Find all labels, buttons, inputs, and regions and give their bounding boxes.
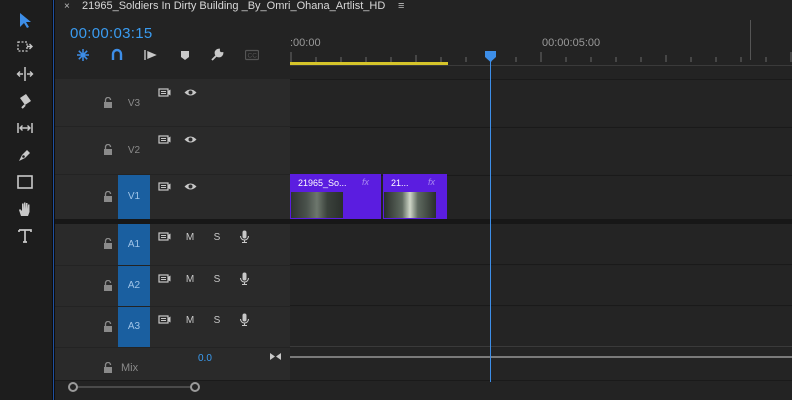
- playhead-timecode[interactable]: 00:00:03:15: [70, 25, 153, 42]
- type-icon[interactable]: [13, 225, 37, 247]
- sync-lock-icon[interactable]: [157, 271, 171, 285]
- mix-label: Mix: [121, 362, 139, 374]
- zoom-scrollbar[interactable]: [68, 381, 200, 393]
- track-lane-v3[interactable]: [290, 79, 792, 126]
- lock-icon[interactable]: [103, 190, 113, 202]
- track-lane-v2[interactable]: [290, 127, 792, 174]
- selection-tool-icon[interactable]: [13, 9, 37, 31]
- tools-panel: [0, 0, 52, 400]
- track-header-a3: [55, 307, 290, 347]
- playhead-handle[interactable]: [485, 51, 496, 62]
- solo-button[interactable]: S: [210, 230, 224, 244]
- snap-icon[interactable]: [74, 47, 92, 63]
- track-target-a3[interactable]: A3: [118, 307, 150, 347]
- sync-lock-icon[interactable]: [157, 229, 171, 243]
- lock-icon[interactable]: [103, 279, 113, 291]
- add-marker-icon[interactable]: [141, 47, 159, 63]
- track-lane-a3[interactable]: [290, 307, 792, 347]
- fx-badge[interactable]: fx: [362, 177, 369, 187]
- sync-lock-icon[interactable]: [157, 312, 171, 326]
- video-clip-1[interactable]: 21965_So... fx: [290, 174, 381, 220]
- lock-icon[interactable]: [103, 237, 113, 249]
- slip-icon[interactable]: [13, 117, 37, 139]
- track-header-a2: [55, 266, 290, 306]
- eye-icon[interactable]: [183, 132, 197, 146]
- lock-icon[interactable]: [103, 320, 113, 332]
- mute-button[interactable]: M: [183, 272, 197, 286]
- sync-lock-icon[interactable]: [157, 132, 171, 146]
- track-header-mix: [55, 348, 290, 380]
- track-target-v1[interactable]: V1: [118, 175, 150, 219]
- microphone-icon[interactable]: [237, 312, 251, 326]
- scrollbar-left-handle[interactable]: [68, 382, 78, 392]
- marker-icon[interactable]: [176, 47, 194, 63]
- track-header-v1: [55, 175, 290, 219]
- microphone-icon[interactable]: [237, 271, 251, 285]
- linked-selection-icon[interactable]: [108, 47, 126, 63]
- track-header-v3: [55, 79, 290, 126]
- go-to-end-icon[interactable]: [268, 349, 282, 363]
- mute-button[interactable]: M: [183, 313, 197, 327]
- mix-lane-separator: [290, 346, 792, 347]
- track-target-a1[interactable]: A1: [118, 224, 150, 265]
- clip-thumbnail: [291, 192, 343, 218]
- lock-icon[interactable]: [103, 96, 113, 108]
- svg-text:CC: CC: [248, 53, 258, 60]
- track-header-a1: [55, 224, 290, 265]
- settings-wrench-icon[interactable]: [208, 47, 226, 63]
- mix-volume-line[interactable]: [290, 356, 792, 358]
- eye-icon[interactable]: [183, 85, 197, 99]
- track-target-a2[interactable]: A2: [118, 266, 150, 306]
- track-header-v2: [55, 127, 290, 174]
- lock-icon[interactable]: [103, 143, 113, 155]
- lock-icon[interactable]: [103, 361, 113, 373]
- track-select-icon[interactable]: [13, 36, 37, 58]
- track-label-v3[interactable]: V3: [118, 98, 150, 109]
- microphone-icon[interactable]: [237, 229, 251, 243]
- pen-icon[interactable]: [13, 144, 37, 166]
- solo-button[interactable]: S: [210, 272, 224, 286]
- playhead-line[interactable]: [490, 60, 491, 382]
- solo-button[interactable]: S: [210, 313, 224, 327]
- premiere-timeline-panel: × 21965_Soldiers In Dirty Building _By_O…: [0, 0, 792, 400]
- ruler-baseline: [290, 65, 792, 66]
- ruler-label-5s: 00:00:05:00: [542, 37, 601, 49]
- sync-lock-icon[interactable]: [157, 85, 171, 99]
- close-tab-button[interactable]: ×: [64, 1, 70, 12]
- scrollbar-right-handle[interactable]: [190, 382, 200, 392]
- track-lane-a2[interactable]: [290, 266, 792, 306]
- hand-icon[interactable]: [13, 198, 37, 220]
- track-lane-a1[interactable]: [290, 224, 792, 265]
- mix-volume-value[interactable]: 0.0: [198, 353, 212, 364]
- mute-button[interactable]: M: [183, 230, 197, 244]
- ruler-ticks: [290, 52, 792, 62]
- rectangle-icon[interactable]: [13, 171, 37, 193]
- panel-menu-icon[interactable]: ≡: [398, 0, 404, 12]
- captions-icon[interactable]: CC: [243, 47, 261, 63]
- scrollbar-track[interactable]: [72, 386, 196, 388]
- sync-lock-icon[interactable]: [157, 179, 171, 193]
- eye-icon[interactable]: [183, 179, 197, 193]
- video-clip-2[interactable]: 21... fx: [383, 174, 447, 220]
- sequence-tab-title[interactable]: 21965_Soldiers In Dirty Building _By_Omr…: [82, 0, 385, 12]
- fx-badge[interactable]: fx: [428, 177, 435, 187]
- ripple-edit-icon[interactable]: [13, 63, 37, 85]
- clip-name: 21...: [391, 178, 409, 188]
- razor-icon[interactable]: [13, 90, 37, 112]
- track-lane-mix[interactable]: [290, 348, 792, 380]
- clip-thumbnail: [384, 192, 436, 218]
- track-label-v2[interactable]: V2: [118, 145, 150, 156]
- clip-name: 21965_So...: [298, 178, 347, 188]
- ruler-label-start: :00:00: [290, 37, 321, 49]
